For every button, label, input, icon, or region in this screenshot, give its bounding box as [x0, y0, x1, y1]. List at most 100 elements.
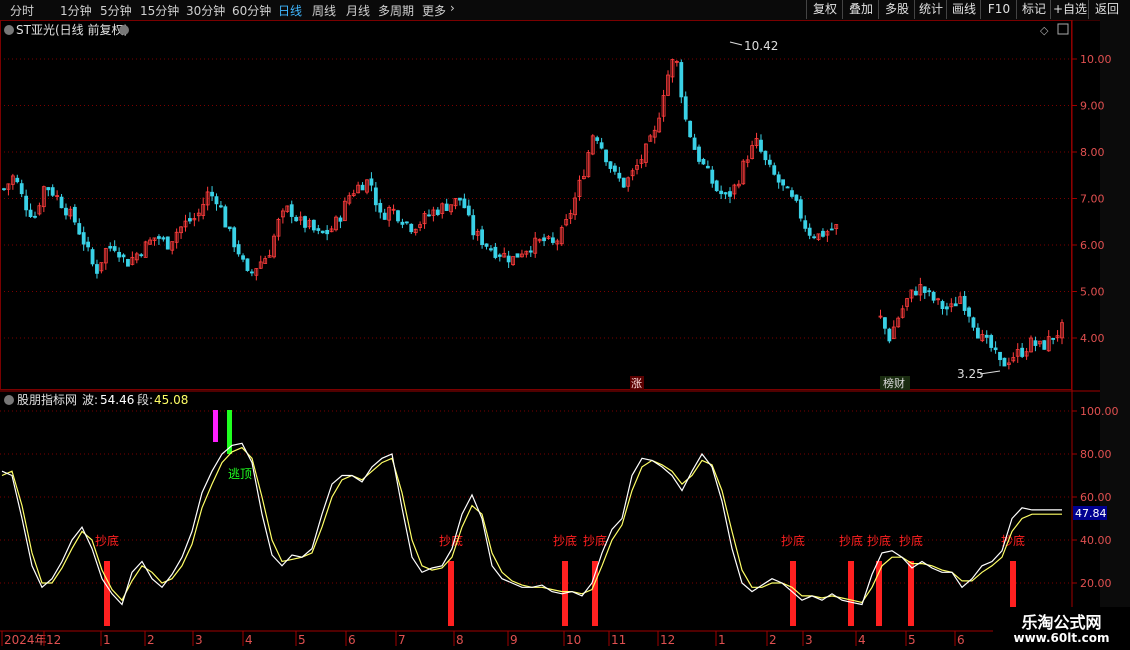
candle-body [612, 165, 617, 172]
period-tab-monthly[interactable]: 月线 [346, 2, 370, 19]
price-tick-label: 9.00 [1080, 100, 1105, 113]
candle-body [210, 191, 214, 197]
time-tick-label: 4 [245, 633, 253, 647]
candle-body [289, 204, 294, 217]
period-tab-1min[interactable]: 1分钟 [60, 2, 92, 19]
candle-body [223, 206, 228, 228]
segment-value: 45.08 [154, 393, 188, 407]
period-tab-intraday[interactable]: 分时 [10, 2, 34, 19]
candle-body [382, 212, 387, 220]
bottom-signal-label: 抄底 [839, 533, 863, 548]
collapse-icon[interactable] [4, 25, 14, 35]
period-tab-5min[interactable]: 5分钟 [100, 2, 132, 19]
candle-body [1002, 357, 1007, 367]
f10-button[interactable]: F10 [980, 0, 1017, 19]
candle-body [542, 237, 546, 242]
candle-body [24, 195, 29, 211]
candle-body [320, 230, 325, 234]
indicator-tick-label: 60.00 [1080, 491, 1112, 504]
maximize-icon[interactable] [1057, 23, 1069, 35]
candle-body [798, 199, 803, 219]
candle-body [480, 229, 484, 246]
multi-stock-button[interactable]: 多股 [878, 0, 915, 19]
top-signal-bar-magenta [213, 410, 218, 442]
candle-body [245, 258, 250, 271]
candle-body [165, 236, 170, 250]
price-tick-label: 7.00 [1080, 193, 1105, 206]
bottom-signal-bar [104, 561, 110, 626]
add-watchlist-button[interactable]: +自选 [1050, 0, 1089, 19]
candle-body [807, 227, 812, 236]
draw-line-button[interactable]: 画线 [946, 0, 981, 19]
candle-body [683, 96, 688, 120]
candle-body [50, 187, 55, 196]
candle-body [608, 161, 613, 169]
bottom-signal-label: 抄底 [781, 533, 805, 548]
time-tick-label: 11 [611, 633, 626, 647]
candle-body [157, 236, 161, 239]
period-tab-more[interactable]: 更多 [422, 2, 446, 19]
period-tab-15min[interactable]: 15分钟 [140, 2, 179, 19]
period-tab-multi[interactable]: 多周期 [378, 2, 414, 19]
candle-body [829, 228, 834, 231]
candle-body [967, 307, 971, 317]
candle-body [484, 243, 489, 247]
candle-body [117, 251, 121, 258]
candle-body [139, 254, 144, 257]
candle-body [975, 327, 980, 339]
watermark-url: www.60lt.com [1013, 631, 1110, 645]
indicator-name: 股朋指标网 [17, 392, 77, 407]
time-tick-label: 4 [858, 633, 866, 647]
period-tab-60min[interactable]: 60分钟 [232, 2, 271, 19]
candle-body [232, 227, 237, 248]
price-tick-label: 4.00 [1080, 332, 1105, 345]
segment-line [1, 446, 1062, 604]
candle-body [705, 165, 710, 169]
candle-body [803, 220, 808, 229]
period-tab-30min[interactable]: 30分钟 [186, 2, 225, 19]
top-signal-label: 逃顶 [228, 467, 252, 481]
back-button[interactable]: 返回 [1088, 0, 1125, 19]
chevron-down-icon[interactable] [119, 25, 129, 35]
mark-button[interactable]: 标记 [1016, 0, 1051, 19]
candle-body [458, 197, 462, 201]
statistics-button[interactable]: 统计 [914, 0, 947, 19]
candle-body [95, 264, 99, 274]
indicator-tick-label: 40.00 [1080, 534, 1112, 547]
wave-line [1, 442, 1062, 606]
adjust-button[interactable]: 复权 [806, 0, 843, 19]
period-tab-weekly[interactable]: 周线 [312, 2, 336, 19]
candle-body [772, 165, 777, 175]
candle-body [325, 229, 330, 235]
candle-body [785, 186, 790, 189]
candle-body [59, 196, 64, 209]
period-tab-daily[interactable]: 日线 [278, 2, 302, 19]
candle-body [33, 215, 37, 218]
candle-body [1042, 340, 1047, 350]
candle-body [621, 177, 626, 188]
bottom-signal-label: 抄底 [553, 533, 577, 548]
collapse-icon[interactable] [4, 395, 14, 405]
chevron-right-icon[interactable]: › [450, 1, 455, 15]
candle-body [462, 198, 467, 209]
wave-value: 54.46 [100, 393, 134, 407]
candle-body [714, 180, 719, 192]
wave-label: 波: [82, 393, 98, 407]
candle-body [551, 237, 555, 243]
time-tick-label: 5 [298, 633, 306, 647]
time-tick-label: 7 [398, 633, 406, 647]
overlay-button[interactable]: 叠加 [842, 0, 879, 19]
time-tick-label: 3 [195, 633, 203, 647]
candle-body [294, 216, 299, 222]
candle-body [883, 317, 887, 329]
candle-body [77, 223, 82, 235]
price-tick-label: 5.00 [1080, 286, 1105, 299]
candle-body [2, 188, 6, 191]
candle-body [790, 190, 794, 197]
diamond-icon[interactable]: ◇ [1040, 24, 1049, 37]
candle-body [497, 254, 502, 257]
candle-body [219, 205, 223, 208]
watermark: 乐淘公式网 www.60lt.com [993, 607, 1130, 650]
segment-label: 段: [137, 392, 153, 407]
candle-body [719, 190, 724, 195]
